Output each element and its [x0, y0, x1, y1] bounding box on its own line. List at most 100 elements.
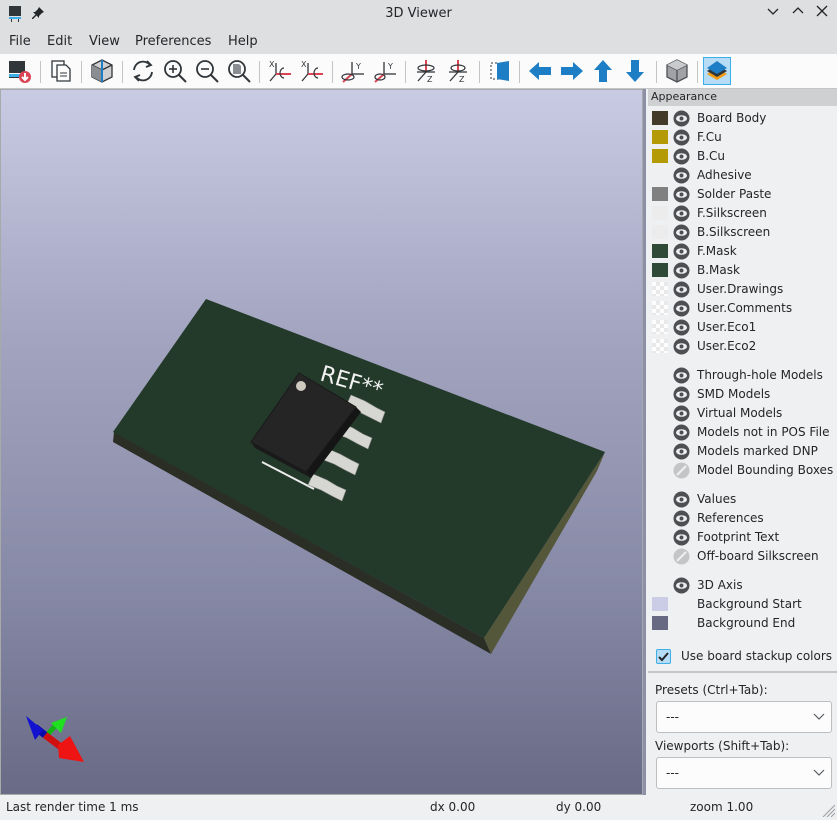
- eye-icon[interactable]: [673, 205, 690, 222]
- eye-icon[interactable]: [673, 338, 690, 355]
- ortho-view-button[interactable]: [663, 57, 691, 85]
- rotate-z-ccw-button[interactable]: Z: [412, 57, 440, 85]
- eye-icon[interactable]: [673, 577, 690, 594]
- color-swatch[interactable]: [652, 149, 668, 163]
- menu-view[interactable]: View: [89, 34, 120, 49]
- appearance-row[interactable]: Background Start: [652, 595, 837, 614]
- appearance-row[interactable]: Models marked DNP: [652, 442, 837, 461]
- presets-dropdown[interactable]: ---: [656, 701, 832, 733]
- eye-icon[interactable]: [673, 300, 690, 317]
- appearance-row[interactable]: SMD Models: [652, 385, 837, 404]
- minimize-button[interactable]: [764, 5, 782, 23]
- rotate-z-cw-button[interactable]: Z: [444, 57, 472, 85]
- appearance-row[interactable]: Background End: [652, 614, 837, 633]
- layers-manager-button[interactable]: [703, 57, 731, 85]
- eye-icon[interactable]: [673, 529, 690, 546]
- color-swatch[interactable]: [652, 597, 668, 611]
- appearance-row[interactable]: Off-board Silkscreen: [652, 547, 837, 566]
- appearance-row[interactable]: User.Comments: [652, 299, 837, 318]
- rotate-x-ccw-button[interactable]: X: [266, 57, 294, 85]
- eye-icon[interactable]: [673, 319, 690, 336]
- zoom-fit-button[interactable]: [225, 57, 253, 85]
- viewports-dropdown[interactable]: ---: [656, 757, 832, 789]
- rotate-y-cw-button[interactable]: Y: [371, 57, 399, 85]
- color-swatch[interactable]: [652, 130, 668, 144]
- color-swatch[interactable]: [652, 263, 668, 277]
- appearance-row[interactable]: B.Silkscreen: [652, 223, 837, 242]
- appearance-row[interactable]: Model Bounding Boxes: [652, 461, 837, 480]
- eye-icon[interactable]: [673, 262, 690, 279]
- color-swatch[interactable]: [652, 206, 668, 220]
- 3d-viewport[interactable]: REF**: [0, 89, 643, 795]
- appearance-row[interactable]: B.Mask: [652, 261, 837, 280]
- eye-icon[interactable]: [673, 186, 690, 203]
- eye-icon[interactable]: [673, 405, 690, 422]
- eye-icon[interactable]: [673, 167, 690, 184]
- appearance-row[interactable]: B.Cu: [652, 147, 837, 166]
- zoom-in-button[interactable]: [161, 57, 189, 85]
- move-left-button[interactable]: [526, 57, 554, 85]
- appearance-row[interactable]: F.Mask: [652, 242, 837, 261]
- move-up-button[interactable]: [589, 57, 617, 85]
- zoom-out-button[interactable]: [193, 57, 221, 85]
- eye-hidden-icon[interactable]: [673, 548, 690, 565]
- appearance-row[interactable]: Models not in POS File: [652, 423, 837, 442]
- menu-edit[interactable]: Edit: [47, 34, 72, 49]
- appearance-row[interactable]: Through-hole Models: [652, 366, 837, 385]
- color-swatch[interactable]: [652, 339, 668, 353]
- eye-icon[interactable]: [673, 491, 690, 508]
- raytracing-button[interactable]: [88, 57, 116, 85]
- move-right-button[interactable]: [558, 57, 586, 85]
- eye-icon[interactable]: [673, 224, 690, 241]
- eye-icon[interactable]: [673, 281, 690, 298]
- eye-icon[interactable]: [673, 110, 690, 127]
- appearance-row[interactable]: Board Body: [652, 109, 837, 128]
- eye-icon[interactable]: [673, 443, 690, 460]
- menu-help[interactable]: Help: [228, 34, 258, 49]
- pcb-board[interactable]: [113, 299, 605, 638]
- appearance-row[interactable]: Values: [652, 490, 837, 509]
- copy-image-button[interactable]: [47, 57, 75, 85]
- appearance-row[interactable]: User.Eco1: [652, 318, 837, 337]
- color-swatch[interactable]: [652, 187, 668, 201]
- color-swatch[interactable]: [652, 282, 668, 296]
- toolbar-separator: [519, 61, 520, 83]
- appearance-row[interactable]: References: [652, 509, 837, 528]
- rotate-x-cw-button[interactable]: X: [298, 57, 326, 85]
- rotate-y-ccw-button[interactable]: Y: [339, 57, 367, 85]
- color-swatch[interactable]: [652, 111, 668, 125]
- checkbox[interactable]: [656, 649, 671, 664]
- appearance-row[interactable]: User.Drawings: [652, 280, 837, 299]
- eye-icon[interactable]: [673, 367, 690, 384]
- appearance-row[interactable]: 3D Axis: [652, 576, 837, 595]
- flip-view-button[interactable]: [485, 57, 513, 85]
- reload-board-button[interactable]: [5, 57, 33, 85]
- close-button[interactable]: [813, 5, 831, 23]
- maximize-button[interactable]: [789, 5, 807, 23]
- menu-file[interactable]: File: [9, 34, 31, 49]
- color-swatch[interactable]: [652, 225, 668, 239]
- move-down-button[interactable]: [621, 57, 649, 85]
- appearance-row[interactable]: F.Cu: [652, 128, 837, 147]
- color-swatch[interactable]: [652, 244, 668, 258]
- appearance-row[interactable]: Solder Paste: [652, 185, 837, 204]
- color-swatch[interactable]: [652, 301, 668, 315]
- eye-icon[interactable]: [673, 243, 690, 260]
- appearance-row[interactable]: User.Eco2: [652, 337, 837, 356]
- eye-icon[interactable]: [673, 148, 690, 165]
- refresh-button[interactable]: [129, 57, 157, 85]
- eye-icon[interactable]: [673, 424, 690, 441]
- resize-grip-icon[interactable]: [821, 803, 836, 820]
- zoom-fit-icon: [228, 60, 251, 83]
- appearance-row[interactable]: F.Silkscreen: [652, 204, 837, 223]
- color-swatch[interactable]: [652, 616, 668, 630]
- eye-icon[interactable]: [673, 510, 690, 527]
- eye-icon[interactable]: [673, 129, 690, 146]
- appearance-row[interactable]: Footprint Text: [652, 528, 837, 547]
- color-swatch[interactable]: [652, 320, 668, 334]
- menu-preferences[interactable]: Preferences: [135, 34, 211, 49]
- appearance-row[interactable]: Adhesive: [652, 166, 837, 185]
- eye-icon[interactable]: [673, 386, 690, 403]
- appearance-row[interactable]: Virtual Models: [652, 404, 837, 423]
- eye-hidden-icon[interactable]: [673, 462, 690, 479]
